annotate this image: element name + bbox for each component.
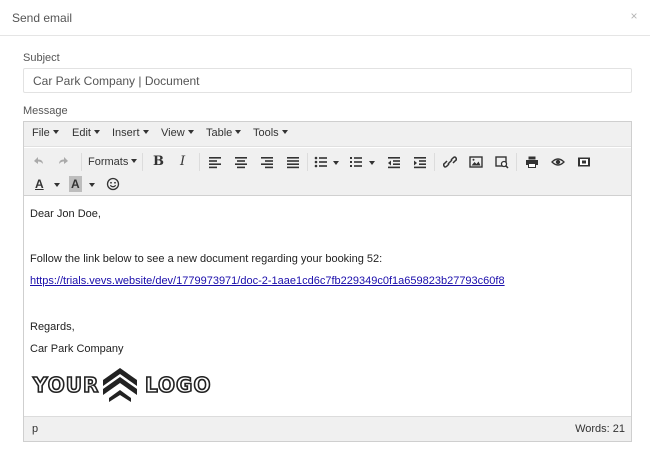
element-path[interactable]: p: [32, 423, 38, 435]
intro-text: Follow the link below to see a new docum…: [30, 253, 383, 265]
chevron-down-icon: [131, 159, 138, 164]
word-count: Words: 21: [575, 423, 625, 435]
redo-button[interactable]: [57, 153, 71, 171]
align-center-icon: [235, 157, 247, 169]
chevron-down-icon: [281, 130, 288, 135]
menu-insert-label: Insert: [112, 127, 140, 139]
chevron-down-icon: [93, 130, 100, 135]
editor-statusbar: p Words: 21: [24, 416, 631, 441]
media-icon: [495, 156, 509, 169]
undo-button[interactable]: [31, 153, 45, 171]
text-color-button[interactable]: A: [35, 175, 44, 193]
chevron-down-icon[interactable]: [89, 183, 95, 187]
menu-view-label: View: [161, 127, 185, 139]
chevron-down-icon: [142, 130, 149, 135]
indent-button[interactable]: [413, 153, 427, 171]
editor-content[interactable]: Dear Jon Doe, Follow the link below to s…: [24, 197, 631, 415]
menu-insert[interactable]: Insert: [112, 127, 149, 139]
document-link[interactable]: https://trials.vevs.website/dev/17799739…: [30, 275, 505, 287]
menu-file-label: File: [32, 127, 50, 139]
emoji-icon: [106, 177, 120, 191]
align-left-icon: [209, 157, 221, 169]
redo-icon: [59, 157, 68, 164]
align-right-button[interactable]: [260, 153, 274, 171]
italic-button[interactable]: I: [180, 153, 185, 171]
signature-text: Car Park Company: [30, 343, 124, 355]
editor-menubar: File Edit Insert View Table Tools: [24, 122, 631, 147]
formats-label: Formats: [88, 156, 129, 168]
chevron-down-icon[interactable]: [369, 161, 375, 165]
bullet-list-icon: [314, 156, 327, 168]
rich-text-editor: File Edit Insert View Table Tools Format…: [23, 121, 632, 442]
print-icon: [526, 156, 538, 168]
toolbar-separator: [199, 153, 200, 171]
preview-icon: [551, 158, 565, 166]
toolbar-separator: [81, 153, 82, 171]
align-justify-button[interactable]: [286, 153, 300, 171]
outdent-button[interactable]: [387, 153, 401, 171]
send-email-dialog: Send email × Subject Message File Edit I…: [0, 0, 650, 450]
menu-file[interactable]: File: [32, 127, 59, 139]
editor-toolbar: Formats B I A A: [24, 148, 631, 196]
logo-chevrons-icon: [103, 368, 137, 402]
message-label: Message: [23, 105, 68, 117]
print-button[interactable]: [525, 153, 539, 171]
numbered-list-button[interactable]: [349, 153, 363, 171]
menu-tools-label: Tools: [253, 127, 279, 139]
preview-button[interactable]: [551, 153, 565, 171]
align-center-button[interactable]: [234, 153, 248, 171]
indent-icon: [414, 157, 426, 169]
menu-edit[interactable]: Edit: [72, 127, 100, 139]
toolbar-separator: [142, 153, 143, 171]
logo-text-left: YOUR: [32, 372, 100, 398]
chevron-down-icon: [187, 130, 194, 135]
greeting-text: Dear Jon Doe,: [30, 208, 101, 220]
dialog-header: Send email ×: [0, 0, 650, 36]
dialog-title: Send email: [12, 11, 73, 25]
chevron-down-icon: [235, 130, 242, 135]
code-icon: [578, 157, 590, 167]
close-button[interactable]: ×: [626, 8, 642, 24]
bold-button[interactable]: B: [153, 153, 164, 171]
image-button[interactable]: [469, 153, 483, 171]
outdent-icon: [388, 157, 400, 169]
align-left-button[interactable]: [208, 153, 222, 171]
chevron-down-icon[interactable]: [333, 161, 339, 165]
closing-text: Regards,: [30, 321, 75, 333]
logo-text-right: LOGO: [144, 372, 212, 398]
toolbar-separator: [307, 153, 308, 171]
code-button[interactable]: [577, 153, 591, 171]
numbered-list-icon: [350, 157, 362, 167]
formats-dropdown[interactable]: Formats: [88, 153, 138, 171]
link-button[interactable]: [443, 153, 457, 171]
toolbar-separator: [516, 153, 517, 171]
emoji-button[interactable]: [106, 175, 120, 193]
subject-input[interactable]: [23, 68, 632, 93]
bullet-list-button[interactable]: [314, 153, 328, 171]
menu-view[interactable]: View: [161, 127, 194, 139]
menu-table-label: Table: [206, 127, 233, 139]
chevron-down-icon[interactable]: [54, 183, 60, 187]
align-justify-icon: [287, 157, 299, 169]
menu-table[interactable]: Table: [206, 127, 242, 139]
menu-edit-label: Edit: [72, 127, 91, 139]
background-color-button[interactable]: A: [69, 176, 82, 192]
subject-label: Subject: [23, 52, 60, 64]
chevron-down-icon: [52, 130, 59, 135]
media-button[interactable]: [495, 153, 509, 171]
menu-tools[interactable]: Tools: [253, 127, 288, 139]
link-icon: [443, 156, 457, 168]
align-right-icon: [261, 157, 273, 169]
undo-icon: [34, 157, 43, 164]
toolbar-separator: [434, 153, 435, 171]
image-icon: [469, 156, 483, 168]
